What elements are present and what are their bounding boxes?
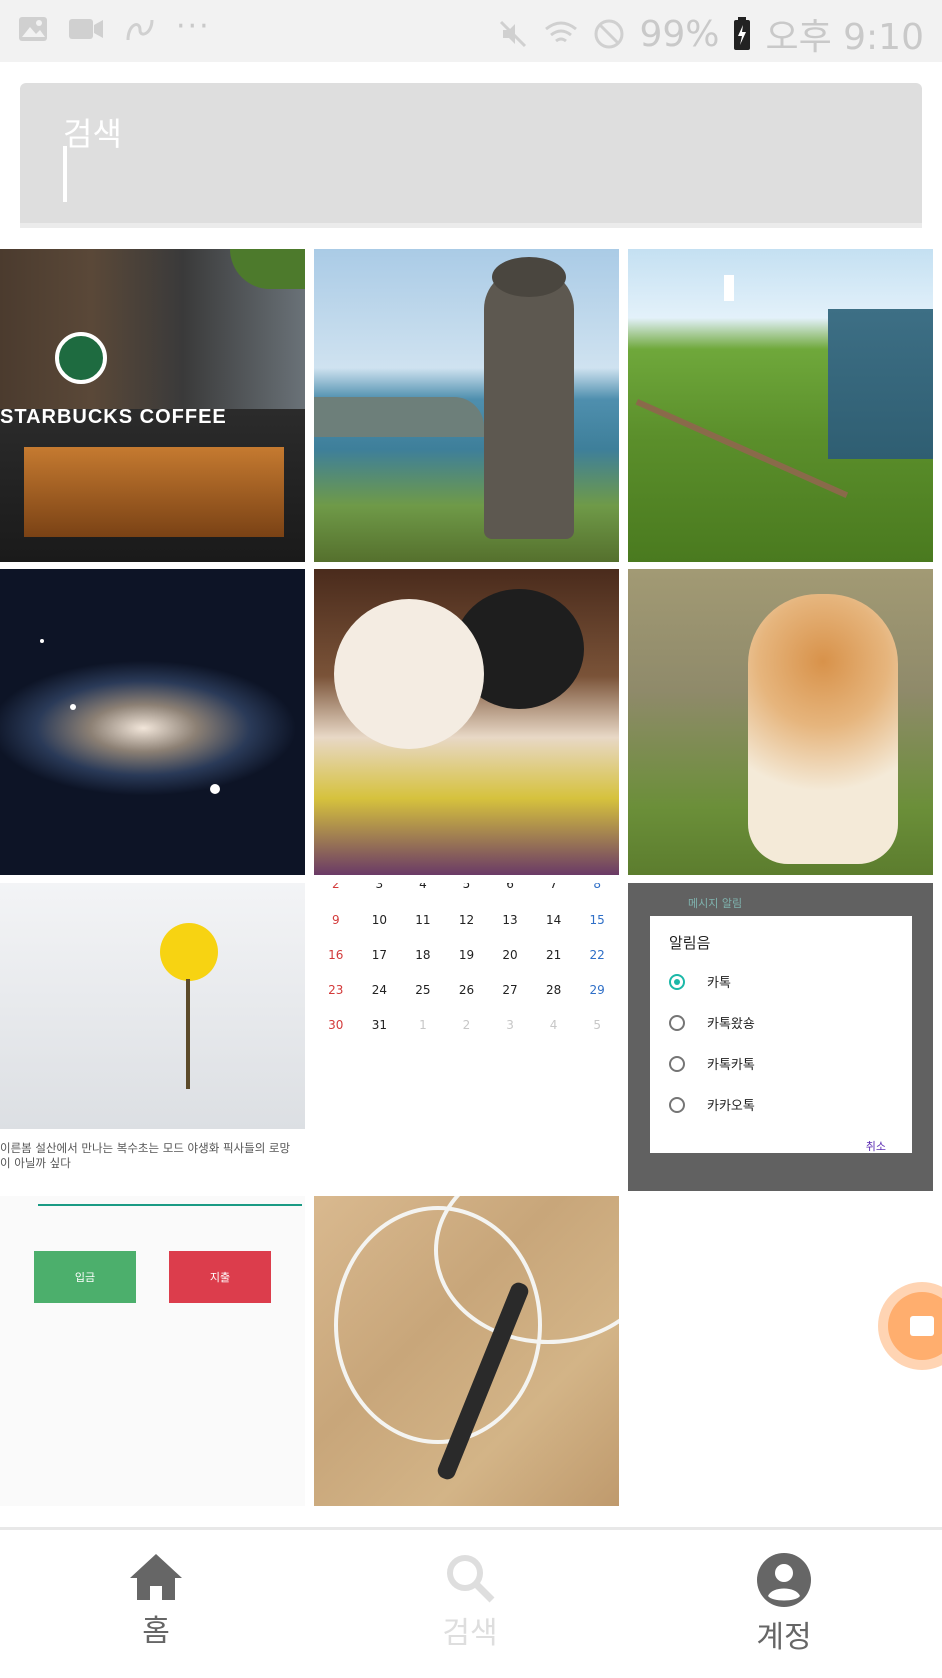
grid-image-bank-buttons[interactable]: 입금 지출	[0, 1196, 305, 1506]
nav-search-label: 검색	[442, 1616, 498, 1651]
nav-account[interactable]: 계정	[694, 1552, 874, 1656]
search-input[interactable]: 검색	[20, 83, 922, 223]
calendar-week: 30 31 1 2 3 4 5	[328, 1018, 601, 1032]
link-icon	[126, 19, 154, 41]
bottom-navigation: 홈 검색 계정	[0, 1527, 942, 1678]
calendar-week: 2 3 4 5 6 7 8	[331, 883, 601, 891]
dialog-cancel: 취소	[865, 1140, 886, 1153]
battery-charging-icon	[734, 17, 751, 50]
dialog-title: 알림음	[669, 934, 711, 952]
stone-statue	[484, 269, 574, 539]
block-icon	[594, 19, 624, 49]
radio-option: 카톡	[669, 972, 731, 991]
nav-home[interactable]: 홈	[66, 1552, 246, 1650]
star	[70, 704, 76, 710]
grid-image-galaxy[interactable]	[0, 569, 305, 875]
star	[210, 784, 220, 794]
calendar-week: 9 10 11 12 13 14 15	[331, 913, 605, 927]
wifi-icon	[545, 21, 578, 43]
overflow-indicator: ···	[176, 8, 211, 44]
text-caret	[63, 146, 67, 202]
grid-image-sound-dialog[interactable]: 메시지 알림 알림음 카톡 카톡왔숑 카톡카톡 카카오톡 취소	[628, 883, 933, 1191]
video-icon	[69, 19, 103, 39]
puppy-light	[334, 599, 484, 749]
home-icon	[130, 1554, 182, 1600]
ringtone-dialog: 알림음 카톡 카톡왔숑 카톡카톡 카카오톡 취소	[650, 916, 912, 1153]
nav-home-label: 홈	[142, 1614, 170, 1649]
grid-image-pen-cable[interactable]	[314, 1196, 619, 1506]
radio-selected-icon	[669, 973, 685, 990]
search-icon	[447, 1555, 495, 1603]
grid-image-snow-flower[interactable]: 이른봄 설산에서 만나는 복수초는 모드 야생화 픽사들의 로망이 아닐까 싶다	[0, 883, 305, 1189]
star	[40, 639, 44, 643]
grid-image-starbucks[interactable]: STARBUCKS COFFEE	[0, 249, 305, 562]
sea	[828, 309, 933, 459]
nav-search[interactable]: 검색	[380, 1552, 560, 1652]
image-caption: 이른봄 설산에서 만나는 복수초는 모드 야생화 픽사들의 로망이 아닐까 싶다	[0, 1141, 291, 1170]
camera-fab-button[interactable]	[878, 1282, 942, 1370]
pomeranian-dog	[748, 594, 898, 864]
grid-image-calendar[interactable]: 2 3 4 5 6 7 8 9 10 11 12 13 14 15 16 17 …	[314, 883, 619, 1189]
search-underline	[20, 223, 922, 228]
account-icon	[757, 1553, 811, 1607]
flower-stem	[186, 979, 190, 1089]
starbucks-logo-icon	[55, 332, 107, 384]
radio-option: 카톡왔숑	[669, 1013, 755, 1032]
input-underline	[38, 1204, 302, 1206]
status-bar: ··· 99% 오후 9:10	[0, 0, 942, 62]
radio-option: 카톡카톡	[669, 1054, 755, 1073]
mute-icon	[500, 20, 527, 48]
grid-image-puppies[interactable]	[314, 569, 619, 875]
search-placeholder: 검색	[63, 115, 122, 153]
camera-icon	[910, 1316, 934, 1336]
image-icon	[19, 17, 47, 41]
withdraw-button-image: 지출	[169, 1251, 271, 1303]
cliff-silhouette	[314, 397, 484, 437]
battery-percent: 99%	[639, 13, 720, 55]
dialog-background-title: 메시지 알림	[688, 897, 743, 910]
calendar-week: 16 17 18 19 20 21 22	[328, 948, 605, 962]
calendar-week: 23 24 25 26 27 28 29	[328, 983, 605, 997]
fab-inner	[888, 1292, 942, 1360]
radio-option: 카카오톡	[669, 1095, 755, 1114]
lighthouse	[724, 275, 734, 301]
grid-image-pomeranian[interactable]	[628, 569, 933, 875]
radio-icon	[669, 1096, 685, 1113]
wooden-fence	[628, 399, 849, 562]
grid-image-dol-hareubang[interactable]	[314, 249, 619, 562]
snow	[0, 883, 305, 1129]
yellow-flower	[160, 923, 218, 981]
starbucks-sign: STARBUCKS COFFEE	[0, 406, 227, 428]
deposit-button-image: 입금	[34, 1251, 136, 1303]
storefront-window	[24, 447, 284, 537]
nav-account-label: 계정	[756, 1620, 812, 1655]
clock: 오후 9:10	[765, 17, 924, 58]
grid-image-coastal-cliff[interactable]	[628, 249, 933, 562]
radio-icon	[669, 1055, 685, 1072]
radio-icon	[669, 1014, 685, 1031]
stone-hat	[492, 257, 566, 297]
